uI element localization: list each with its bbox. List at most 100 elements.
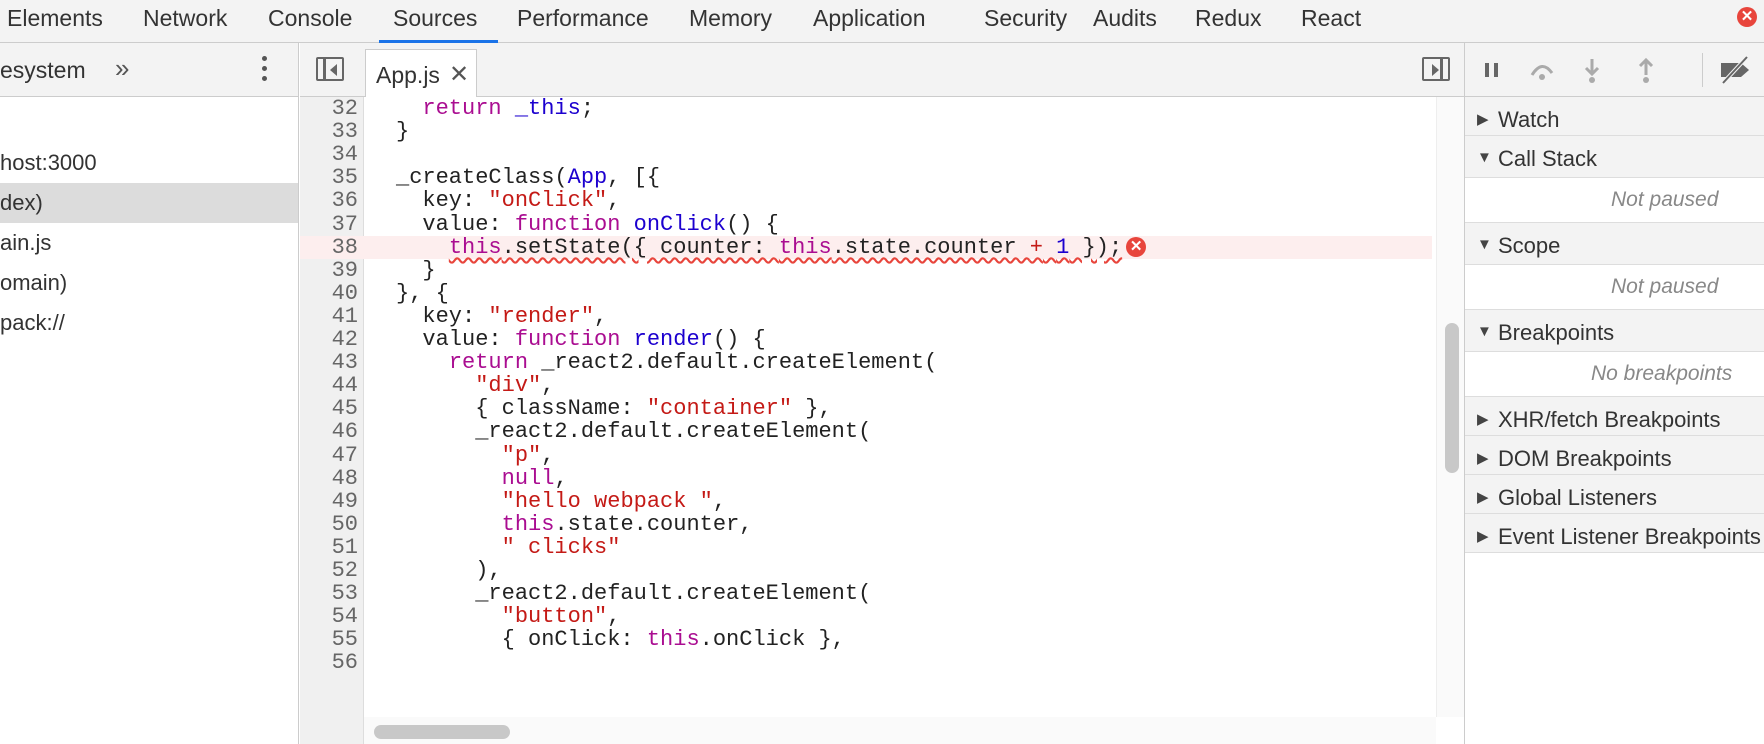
section-title: DOM Breakpoints [1498,446,1672,471]
tab-console[interactable]: Console [268,0,352,42]
code-text: } [396,257,436,283]
tab-react[interactable]: React [1301,0,1361,42]
section-call-stack[interactable]: ▼ Call Stack [1465,136,1764,178]
code-token: .setState({ counter: [501,234,779,260]
step-out-icon[interactable] [1631,55,1661,85]
line-number[interactable]: 38 [300,236,358,259]
line-number[interactable]: 42 [300,328,358,351]
line-number[interactable]: 46 [300,420,358,443]
tab-audits[interactable]: Audits [1093,0,1157,42]
toggle-debugger-icon[interactable] [1422,57,1450,81]
code-token: }); [1069,234,1123,260]
section-breakpoints[interactable]: ▼ Breakpoints [1465,310,1764,352]
line-number[interactable]: 32 [300,97,358,120]
code-text: key: "render", [396,305,607,328]
navigator-header: esystem » [0,43,298,97]
horizontal-scrollbar[interactable] [364,717,1436,744]
step-into-icon[interactable] [1577,55,1607,85]
more-tabs-icon[interactable]: » [115,53,129,84]
line-number[interactable]: 54 [300,605,358,628]
code-line: 48 null, [300,467,1432,490]
triangle-right-icon: ▶ [1477,489,1489,506]
kebab-menu-icon[interactable] [262,56,268,86]
line-number[interactable]: 40 [300,282,358,305]
line-number[interactable]: 45 [300,397,358,420]
line-number[interactable]: 39 [300,259,358,282]
tree-item[interactable]: omain) [0,263,298,303]
line-number[interactable]: 35 [300,166,358,189]
section-global-listeners[interactable]: ▶ Global Listeners [1465,475,1764,514]
line-number[interactable]: 36 [300,189,358,212]
code-token: } [396,119,410,145]
tab-redux[interactable]: Redux [1195,0,1261,42]
line-number[interactable]: 47 [300,444,358,467]
tree-item-selected[interactable]: dex) [0,183,298,223]
line-number[interactable]: 53 [300,582,358,605]
scroll-thumb[interactable] [374,725,510,739]
error-icon[interactable]: ✕ [1126,236,1147,257]
tab-elements[interactable]: Elements [7,0,103,42]
editor-tab-bar: App.js ✕ [300,43,1464,97]
line-number[interactable]: 48 [300,467,358,490]
line-number[interactable]: 52 [300,559,358,582]
line-number[interactable]: 44 [300,374,358,397]
code-line: 37 value: function onClick() { [300,213,1432,236]
line-number[interactable]: 56 [300,651,358,674]
toggle-navigator-icon[interactable] [316,57,344,81]
code-token: .state.counter, [554,511,753,537]
line-number[interactable]: 51 [300,536,358,559]
tab-application[interactable]: Application [813,0,926,42]
close-tab-icon[interactable]: ✕ [449,60,469,89]
code-area[interactable]: 32 return _this; 33} 34 35 _createClass(App,… [300,97,1464,744]
code-token: , [594,303,608,329]
code-token: value: [396,327,515,352]
section-dom-breakpoints[interactable]: ▶ DOM Breakpoints [1465,436,1764,475]
vertical-scrollbar[interactable] [1436,97,1464,717]
code-line: 49 "hello webpack ", [300,490,1432,513]
step-over-icon[interactable] [1527,55,1557,85]
code-token: } [396,257,436,283]
code-line: 46 _react2.default.createElement( [300,420,1432,443]
file-tab-app-js[interactable]: App.js ✕ [365,49,477,97]
line-number[interactable]: 49 [300,490,358,513]
line-number[interactable]: 55 [300,628,358,651]
code-token: }, [792,396,832,422]
navigator-tab-filesystem[interactable]: esystem [0,57,86,84]
devtools-tab-bar: Elements Network Console Sources Perform… [0,0,1764,43]
code-token: "div" [475,373,542,399]
tree-item[interactable]: host:3000 [0,143,298,183]
tab-network[interactable]: Network [143,0,227,42]
file-navigator: esystem » host:3000 dex) ain.js omain) p… [0,43,299,744]
code-line: 39 } [300,259,1432,282]
code-token: " clicks" [501,534,621,560]
line-number[interactable]: 43 [300,351,358,374]
tab-sources[interactable]: Sources [393,0,477,42]
code-line: 55 { onClick: this.onClick }, [300,628,1432,651]
line-number[interactable]: 33 [300,120,358,143]
section-event-listener-breakpoints[interactable]: ▶ Event Listener Breakpoints [1465,514,1764,553]
deactivate-breakpoints-icon[interactable] [1717,55,1749,85]
code-token: null [501,465,555,491]
section-watch[interactable]: ▶ Watch [1465,97,1764,136]
close-icon[interactable]: ✕ [1737,7,1757,27]
code-token: , [{ [607,165,661,191]
line-number[interactable]: 37 [300,213,358,236]
code-token: this [778,234,832,260]
pause-icon[interactable] [1477,55,1507,85]
tab-memory[interactable]: Memory [689,0,772,42]
line-number[interactable]: 41 [300,305,358,328]
line-number[interactable]: 34 [300,143,358,166]
tab-security[interactable]: Security [984,0,1067,42]
tab-performance[interactable]: Performance [517,0,649,42]
section-xhr-fetch-breakpoints[interactable]: ▶ XHR/fetch Breakpoints [1465,397,1764,436]
tree-item[interactable]: ain.js [0,223,298,263]
code-token: key: [396,188,489,214]
code-text: null, [396,467,568,490]
scroll-thumb[interactable] [1445,323,1459,473]
line-number[interactable]: 50 [300,513,358,536]
section-scope[interactable]: ▼ Scope [1465,223,1764,265]
tree-item[interactable]: pack:// [0,303,298,343]
